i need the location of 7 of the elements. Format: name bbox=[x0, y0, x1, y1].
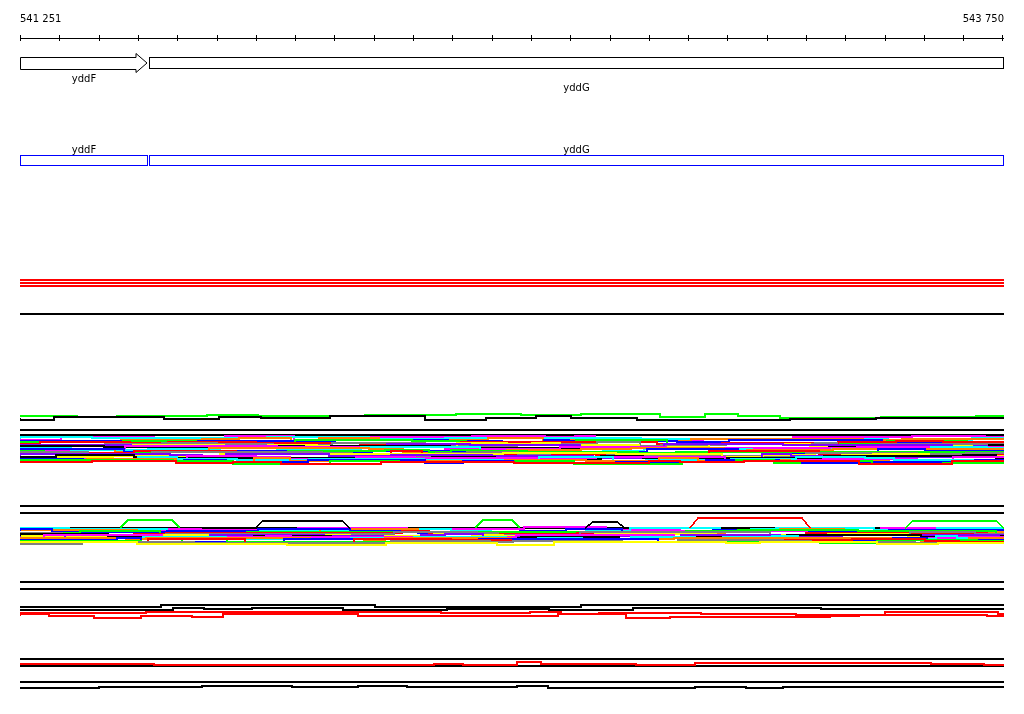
gene-label: yddF bbox=[71, 73, 97, 84]
transcript-label: yddG bbox=[563, 144, 590, 155]
gene-arrow-icon bbox=[20, 53, 148, 73]
transcript-label: yddF bbox=[71, 144, 97, 155]
start-coordinate: 541 251 bbox=[20, 13, 62, 25]
gene-label: yddG bbox=[563, 82, 590, 93]
end-coordinate: 543 750 bbox=[962, 13, 1004, 25]
